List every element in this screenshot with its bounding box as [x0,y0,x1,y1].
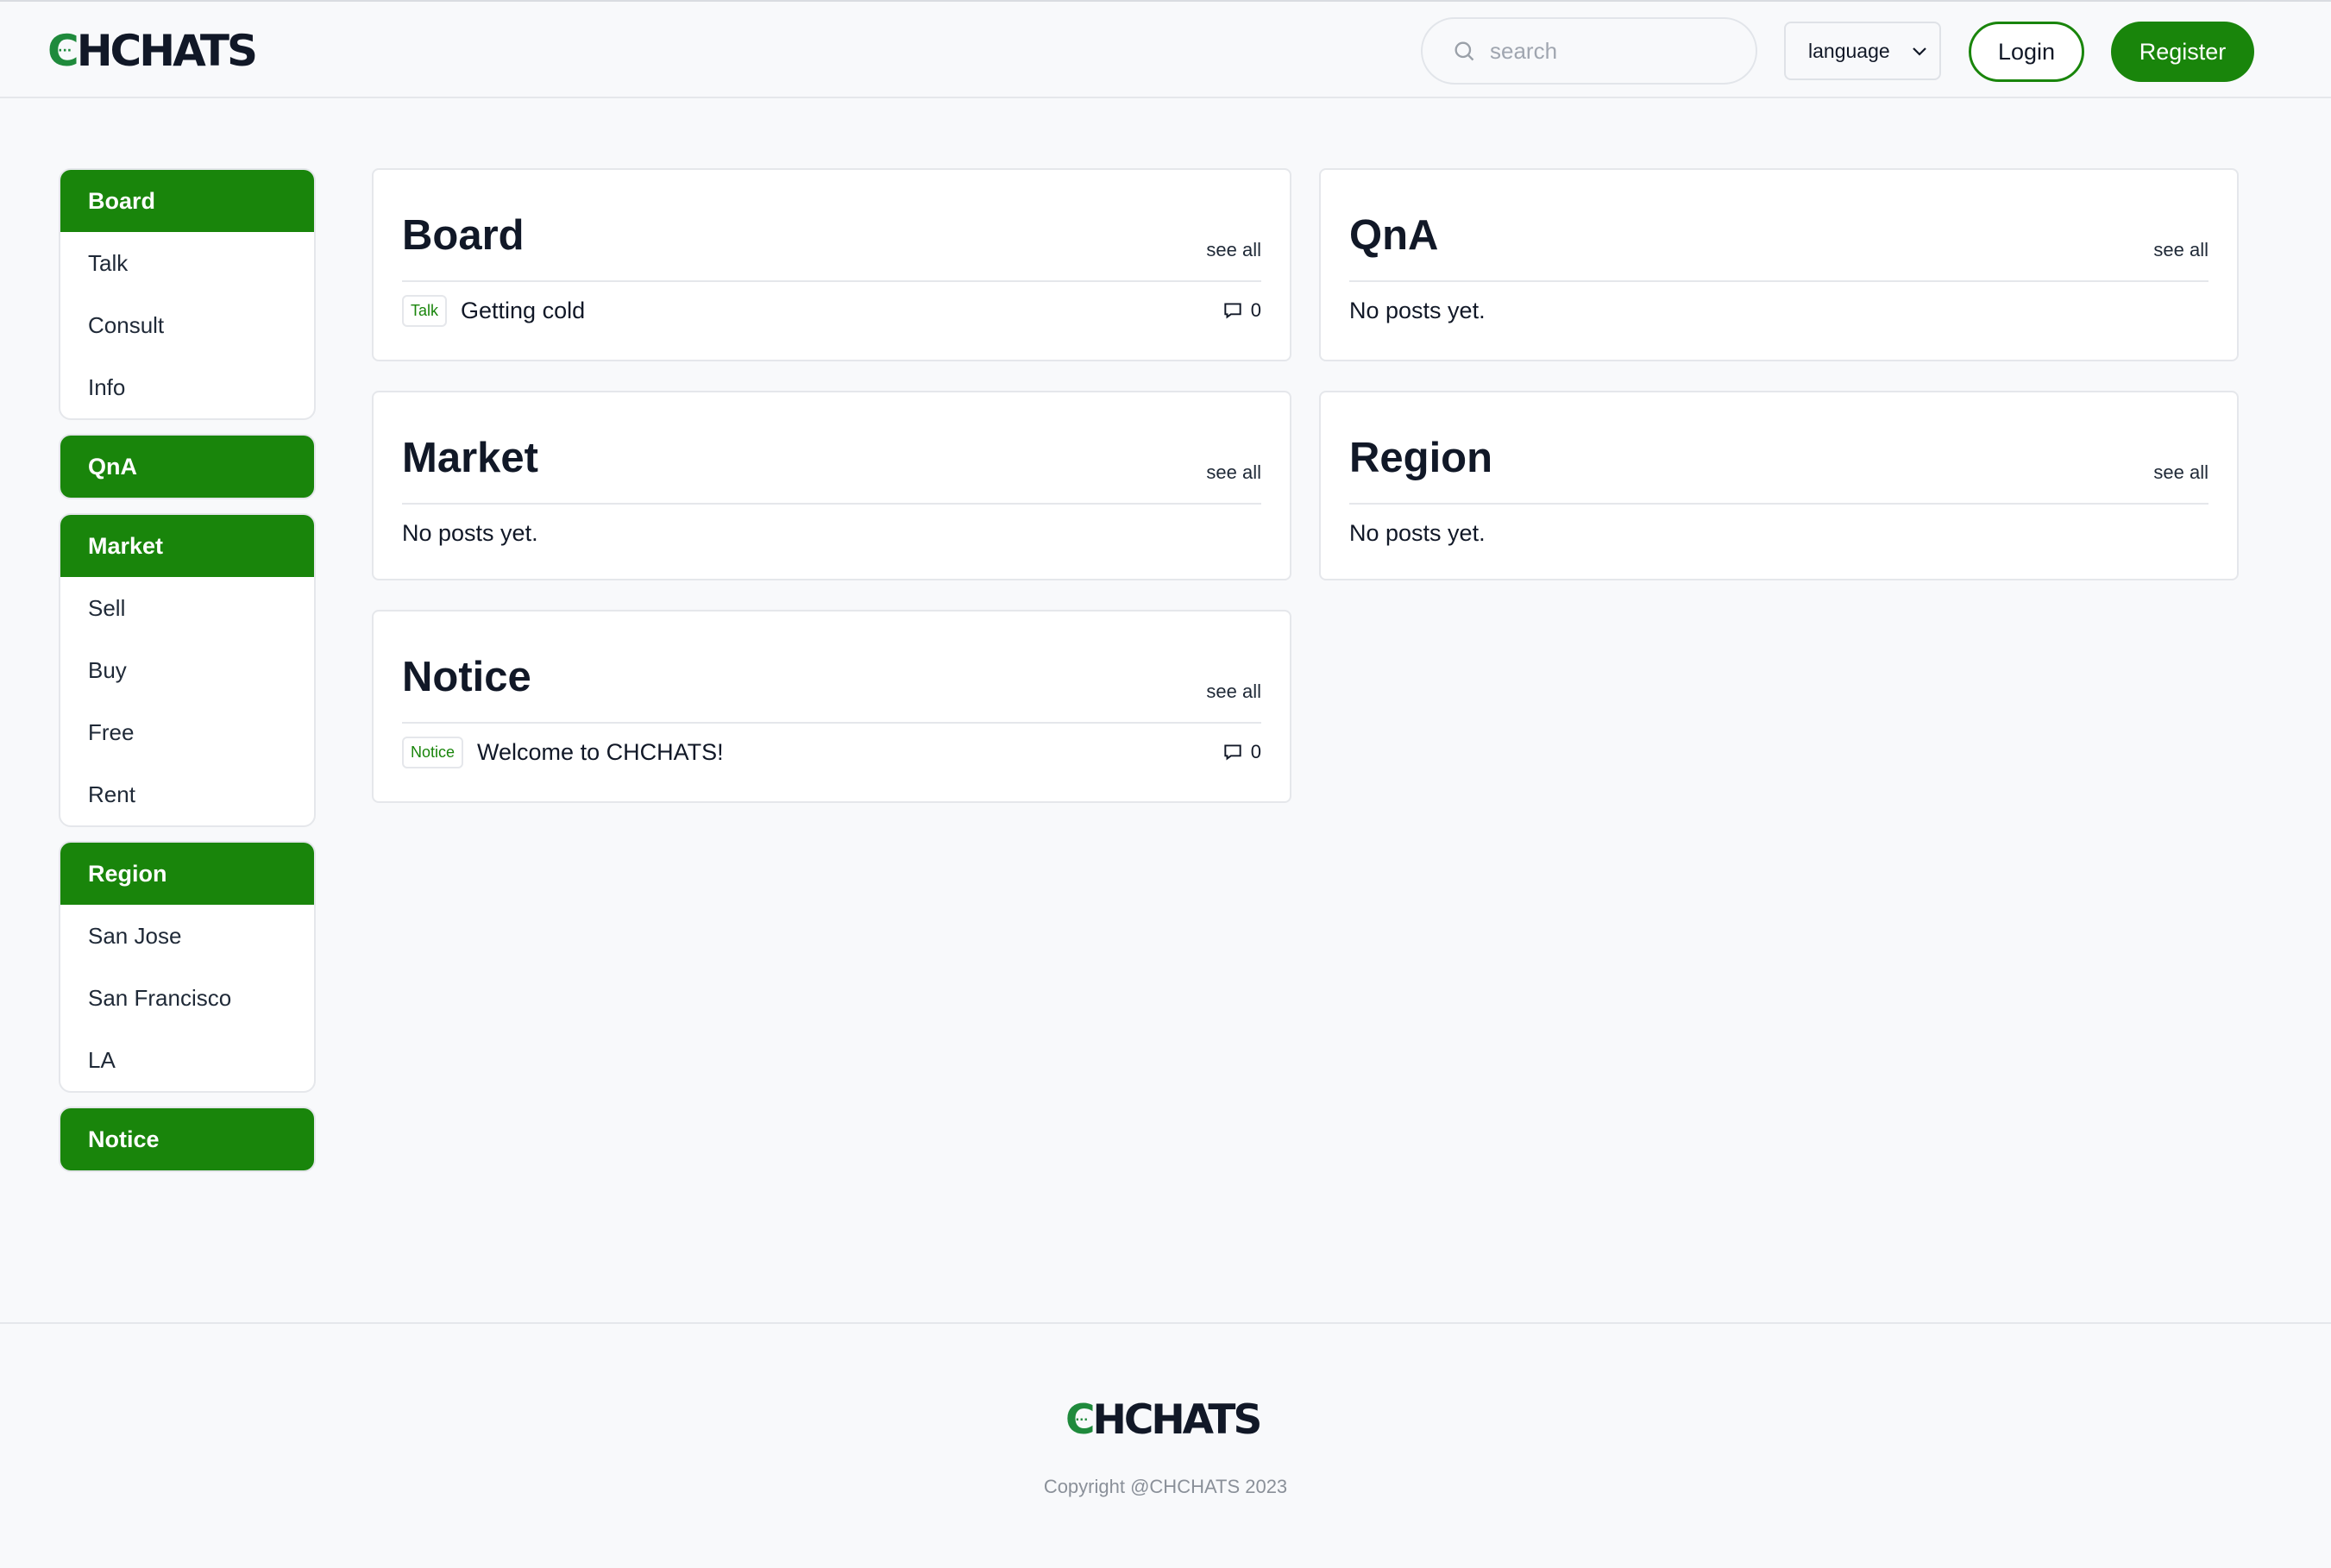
category-tag: Talk [402,294,448,327]
sidebar-head-qna[interactable]: QnA [60,436,314,498]
sidebar-head-region[interactable]: Region [60,843,314,905]
sidebar-head-market[interactable]: Market [60,515,314,577]
qna-card: QnA see all No posts yet. [1319,168,2239,361]
notice-card: Notice see all Notice Welcome to CHCHATS… [372,610,1291,803]
divider [402,280,1261,282]
site-logo[interactable]: C ··· HCHATS [47,26,258,76]
sidebar-item-sell[interactable]: Sell [60,577,314,639]
post-row[interactable]: Notice Welcome to CHCHATS! 0 [402,734,1261,770]
sidebar-item-san-francisco[interactable]: San Francisco [60,967,314,1029]
card-title: QnA [1349,212,1439,259]
divider [402,503,1261,505]
see-all-link[interactable]: see all [1206,681,1261,703]
footer-logo[interactable]: C ··· HCHATS [1065,1396,1262,1444]
card-title: Board [402,212,525,259]
site-footer: C ··· HCHATS Copyright @CHCHATS 2023 [0,1322,2331,1568]
sidebar-item-info[interactable]: Info [60,356,314,418]
see-all-link[interactable]: see all [1206,461,1261,484]
sidebar-item-buy[interactable]: Buy [60,639,314,701]
language-label: language [1808,39,1890,62]
divider [1349,280,2208,282]
comment-count: 0 [1222,299,1261,322]
empty-message: No posts yet. [1349,298,1486,323]
sidebar-head-board[interactable]: Board [60,170,314,232]
card-title: Region [1349,435,1493,481]
sidebar-item-rent[interactable]: Rent [60,763,314,825]
login-button[interactable]: Login [1969,22,2084,82]
sidebar-group-region: Region San Jose San Francisco LA [59,841,316,1093]
copyright-text: Copyright @CHCHATS 2023 [1043,1476,1288,1497]
see-all-link[interactable]: see all [1206,239,1261,261]
divider [1349,503,2208,505]
region-card: Region see all No posts yet. [1319,391,2239,580]
top-header: C···HCHATS language Login Register [0,0,2331,98]
empty-message: No posts yet. [402,520,538,546]
sidebar-head-notice[interactable]: Notice [60,1108,314,1170]
sidebar-item-la[interactable]: LA [60,1029,314,1091]
board-card: Board see all Talk Getting cold 0 [372,168,1291,361]
comment-icon [1224,744,1241,761]
comment-icon [1224,303,1241,319]
search-icon [1455,41,1474,61]
chevron-down-icon [1912,47,1926,56]
card-title: Market [402,435,538,481]
sidebar-item-talk[interactable]: Talk [60,232,314,294]
sidebar-item-free[interactable]: Free [60,701,314,763]
sidebar-item-consult[interactable]: Consult [60,294,314,356]
sidebar-item-san-jose[interactable]: San Jose [60,905,314,967]
post-row[interactable]: Talk Getting cold 0 [402,292,1261,329]
search-box[interactable] [1421,17,1757,85]
sidebar-group-board: Board Talk Consult Info [59,168,316,420]
category-tag: Notice [402,736,464,768]
empty-message: No posts yet. [1349,520,1486,546]
sidebar-group-qna: QnA [59,434,316,499]
comment-count: 0 [1222,741,1261,763]
sidebar-group-market: Market Sell Buy Free Rent [59,513,316,827]
language-select[interactable]: language [1784,22,1941,80]
search-input[interactable] [1490,37,1749,65]
divider [402,722,1261,724]
post-title[interactable]: Getting cold [461,298,585,324]
card-title: Notice [402,654,531,700]
market-card: Market see all No posts yet. [372,391,1291,580]
register-button[interactable]: Register [2111,22,2254,82]
see-all-link[interactable]: see all [2153,239,2208,261]
post-title[interactable]: Welcome to CHCHATS! [477,739,724,766]
see-all-link[interactable]: see all [2153,461,2208,484]
sidebar-group-notice: Notice [59,1107,316,1172]
